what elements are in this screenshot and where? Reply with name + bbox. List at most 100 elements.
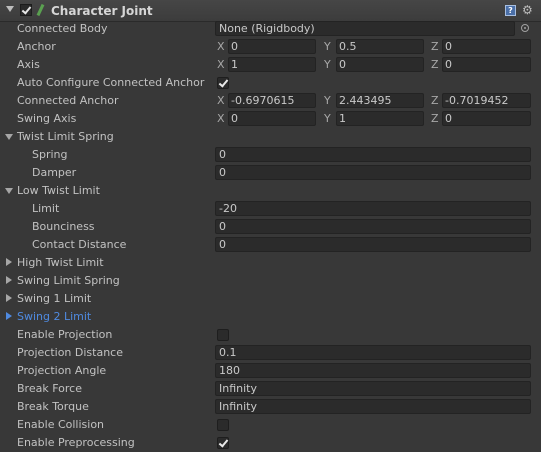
component-title: Character Joint <box>51 4 153 18</box>
bounciness-label: Bounciness <box>32 220 95 233</box>
character-joint-icon <box>36 4 46 16</box>
anchor-x-field[interactable]: 0 <box>228 39 316 54</box>
enable-collision-checkbox[interactable] <box>217 419 229 431</box>
projection-distance-label: Projection Distance <box>17 346 123 359</box>
projection-angle-row: Projection Angle 180 <box>0 362 541 380</box>
break-force-row: Break Force Infinity <box>0 380 541 398</box>
break-force-field[interactable]: Infinity <box>215 381 531 396</box>
auto-configure-label: Auto Configure Connected Anchor <box>17 76 205 89</box>
gear-icon[interactable]: ⚙ <box>522 4 533 16</box>
enable-projection-checkbox[interactable] <box>217 329 229 341</box>
axis-row: Axis X 1 Y 0 Z 0 <box>0 56 541 74</box>
connected-anchor-z-label: Z <box>431 94 439 107</box>
limit-field[interactable]: -20 <box>215 201 531 216</box>
swing-axis-label: Swing Axis <box>17 112 77 125</box>
axis-x-field[interactable]: 1 <box>228 57 316 72</box>
spring-row: Spring 0 <box>0 146 541 164</box>
enable-preprocessing-label: Enable Preprocessing <box>17 436 135 449</box>
bounciness-row: Bounciness 0 <box>0 218 541 236</box>
swing-limit-spring-foldout[interactable]: Swing Limit Spring <box>0 272 541 290</box>
projection-angle-label: Projection Angle <box>17 364 107 377</box>
help-icon[interactable]: ? <box>505 5 516 16</box>
projection-angle-field[interactable]: 180 <box>215 363 531 378</box>
high-twist-limit-label: High Twist Limit <box>17 256 104 269</box>
swing-1-limit-label: Swing 1 Limit <box>17 292 92 305</box>
enable-projection-row: Enable Projection <box>0 326 541 344</box>
spring-label: Spring <box>32 148 68 161</box>
auto-configure-row: Auto Configure Connected Anchor <box>0 74 541 92</box>
projection-distance-field[interactable]: 0.1 <box>215 345 531 360</box>
axis-x-label: X <box>217 58 225 71</box>
component-header[interactable]: Character Joint ? ⚙ <box>0 0 541 22</box>
axis-label: Axis <box>17 58 40 71</box>
enable-collision-label: Enable Collision <box>17 418 105 431</box>
connected-anchor-x-label: X <box>217 94 225 107</box>
swing-2-limit-label: Swing 2 Limit <box>17 310 92 323</box>
enabled-checkbox[interactable] <box>20 4 32 16</box>
break-torque-field[interactable]: Infinity <box>215 399 531 414</box>
swing-axis-x-label: X <box>217 112 225 125</box>
limit-row: Limit -20 <box>0 200 541 218</box>
enable-projection-label: Enable Projection <box>17 328 113 341</box>
foldout-collapsed-icon[interactable] <box>6 258 12 266</box>
anchor-label: Anchor <box>17 40 56 53</box>
foldout-collapsed-icon[interactable] <box>6 294 12 302</box>
swing-axis-y-field[interactable]: 1 <box>336 111 424 126</box>
axis-z-field[interactable]: 0 <box>442 57 531 72</box>
projection-distance-row: Projection Distance 0.1 <box>0 344 541 362</box>
damper-row: Damper 0 <box>0 164 541 182</box>
swing-2-limit-foldout[interactable]: Swing 2 Limit <box>0 308 541 326</box>
swing-axis-z-field[interactable]: 0 <box>442 111 531 126</box>
limit-label: Limit <box>32 202 60 215</box>
contact-distance-row: Contact Distance 0 <box>0 236 541 254</box>
object-picker-icon[interactable] <box>521 24 529 32</box>
low-twist-limit-label: Low Twist Limit <box>17 184 100 197</box>
anchor-y-label: Y <box>324 40 331 53</box>
axis-y-field[interactable]: 0 <box>336 57 424 72</box>
break-force-label: Break Force <box>17 382 82 395</box>
spring-field[interactable]: 0 <box>215 147 531 162</box>
swing-axis-x-field[interactable]: 0 <box>228 111 316 126</box>
foldout-expanded-icon[interactable] <box>5 188 13 194</box>
connected-anchor-row: Connected Anchor X -0.6970615 Y 2.443495… <box>0 92 541 110</box>
enable-preprocessing-checkbox[interactable] <box>217 437 229 449</box>
axis-y-label: Y <box>324 58 331 71</box>
contact-distance-field[interactable]: 0 <box>215 237 531 252</box>
foldout-collapsed-icon[interactable] <box>6 312 12 320</box>
swing-limit-spring-label: Swing Limit Spring <box>17 274 120 287</box>
low-twist-limit-foldout[interactable]: Low Twist Limit <box>0 182 541 200</box>
connected-body-label: Connected Body <box>17 22 108 35</box>
break-torque-label: Break Torque <box>17 400 89 413</box>
break-torque-row: Break Torque Infinity <box>0 398 541 416</box>
connected-body-field[interactable]: None (Rigidbody) <box>215 21 515 36</box>
anchor-y-field[interactable]: 0.5 <box>336 39 424 54</box>
enable-preprocessing-row: Enable Preprocessing <box>0 434 541 452</box>
swing-axis-row: Swing Axis X 0 Y 1 Z 0 <box>0 110 541 128</box>
foldout-collapsed-icon[interactable] <box>6 276 12 284</box>
anchor-x-label: X <box>217 40 225 53</box>
swing-1-limit-foldout[interactable]: Swing 1 Limit <box>0 290 541 308</box>
high-twist-limit-foldout[interactable]: High Twist Limit <box>0 254 541 272</box>
anchor-z-label: Z <box>431 40 439 53</box>
auto-configure-checkbox[interactable] <box>217 77 229 89</box>
twist-limit-spring-label: Twist Limit Spring <box>17 130 114 143</box>
anchor-row: Anchor X 0 Y 0.5 Z 0 <box>0 38 541 56</box>
connected-body-row: Connected Body None (Rigidbody) <box>0 20 541 38</box>
enable-collision-row: Enable Collision <box>0 416 541 434</box>
inspector-panel: Character Joint ? ⚙ Connected Body None … <box>0 0 541 452</box>
damper-label: Damper <box>32 166 77 179</box>
connected-anchor-z-field[interactable]: -0.7019452 <box>442 93 531 108</box>
twist-limit-spring-foldout[interactable]: Twist Limit Spring <box>0 128 541 146</box>
foldout-arrow-icon[interactable] <box>6 6 14 12</box>
connected-anchor-y-field[interactable]: 2.443495 <box>336 93 424 108</box>
damper-field[interactable]: 0 <box>215 165 531 180</box>
swing-axis-z-label: Z <box>431 112 439 125</box>
swing-axis-y-label: Y <box>324 112 331 125</box>
contact-distance-label: Contact Distance <box>32 238 127 251</box>
bounciness-field[interactable]: 0 <box>215 219 531 234</box>
foldout-expanded-icon[interactable] <box>5 134 13 140</box>
connected-anchor-x-field[interactable]: -0.6970615 <box>228 93 316 108</box>
anchor-z-field[interactable]: 0 <box>442 39 531 54</box>
axis-z-label: Z <box>431 58 439 71</box>
connected-anchor-label: Connected Anchor <box>17 94 119 107</box>
